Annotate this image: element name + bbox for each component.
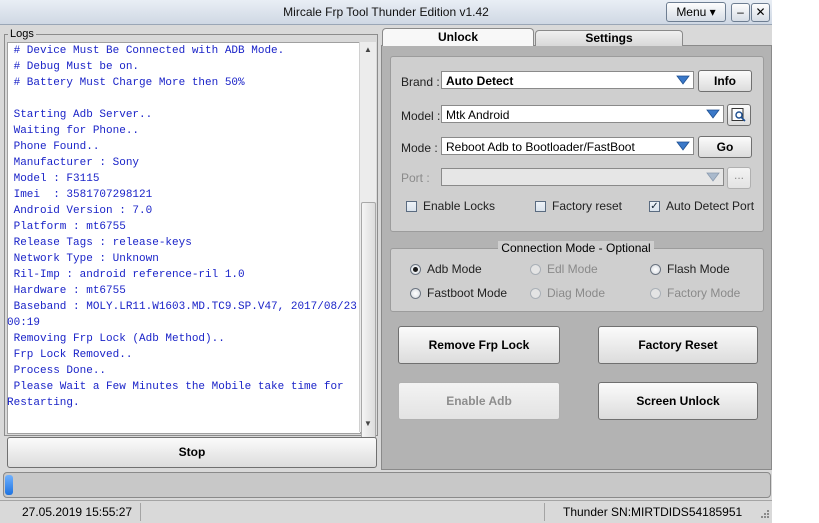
auto-detect-port-checkbox[interactable]: ✓ bbox=[649, 201, 660, 212]
auto-detect-port-label: Auto Detect Port bbox=[666, 199, 755, 213]
mode-select[interactable]: Reboot Adb to Bootloader/FastBoot bbox=[441, 137, 694, 155]
close-button[interactable]: ✕ bbox=[751, 3, 770, 22]
enable-locks-label: Enable Locks bbox=[423, 199, 496, 213]
dropdown-arrow-icon[interactable] bbox=[676, 140, 690, 152]
scroll-down-icon[interactable]: ▼ bbox=[360, 416, 376, 432]
diag-mode-label: Diag Mode bbox=[547, 286, 606, 300]
window-title: Mircale Frp Tool Thunder Edition v1.42 bbox=[283, 5, 489, 19]
flash-mode-radio[interactable] bbox=[650, 264, 661, 275]
logs-legend: Logs bbox=[8, 28, 36, 40]
factory-reset-checkbox-label: Factory reset bbox=[552, 199, 623, 213]
remove-frp-lock-button[interactable]: Remove Frp Lock bbox=[398, 326, 560, 364]
close-icon: ✕ bbox=[755, 5, 766, 19]
progress-fill bbox=[5, 475, 13, 495]
resize-grip-icon[interactable] bbox=[758, 509, 770, 521]
mode-label: Mode : bbox=[401, 141, 438, 155]
progress-bar bbox=[3, 472, 771, 498]
status-serial: Thunder SN:MIRTDIDS54185951 bbox=[563, 505, 743, 519]
factory-mode-label: Factory Mode bbox=[667, 286, 741, 300]
enable-locks-checkbox[interactable] bbox=[406, 201, 417, 212]
scroll-up-icon[interactable]: ▲ bbox=[360, 42, 376, 58]
port-select[interactable] bbox=[441, 168, 724, 186]
diag-mode-radio[interactable] bbox=[530, 288, 541, 299]
port-label: Port : bbox=[401, 171, 430, 185]
dropdown-arrow-icon[interactable] bbox=[706, 108, 720, 120]
flash-mode-label: Flash Mode bbox=[667, 262, 730, 276]
status-datetime: 27.05.2019 15:55:27 bbox=[22, 505, 133, 519]
factory-reset-button[interactable]: Factory Reset bbox=[598, 326, 758, 364]
adb-mode-radio[interactable] bbox=[410, 264, 421, 275]
minimize-icon: – bbox=[737, 5, 744, 19]
app-window: Mircale Frp Tool Thunder Edition v1.42 M… bbox=[0, 0, 772, 523]
factory-mode-radio[interactable] bbox=[650, 288, 661, 299]
adb-mode-label: Adb Mode bbox=[427, 262, 482, 276]
model-label: Model : bbox=[401, 109, 441, 123]
minimize-button[interactable]: – bbox=[731, 3, 750, 22]
connection-mode-legend: Connection Mode - Optional bbox=[390, 241, 762, 255]
logs-text: # Device Must Be Connected with ADB Mode… bbox=[7, 45, 357, 409]
screen-unlock-button[interactable]: Screen Unlock bbox=[598, 382, 758, 420]
model-search-button[interactable] bbox=[727, 104, 751, 126]
dropdown-arrow-icon[interactable] bbox=[706, 171, 720, 183]
search-icon bbox=[731, 108, 746, 122]
logs-scrollbar[interactable]: ▲ ▼ bbox=[359, 42, 376, 454]
info-button[interactable]: Info bbox=[698, 70, 752, 92]
fastboot-mode-radio[interactable] bbox=[410, 288, 421, 299]
connection-mode-group bbox=[390, 248, 764, 312]
go-button[interactable]: Go bbox=[698, 136, 752, 158]
fastboot-mode-label: Fastboot Mode bbox=[427, 286, 508, 300]
check-icon: ✓ bbox=[650, 201, 659, 212]
title-bar[interactable]: Mircale Frp Tool Thunder Edition v1.42 M… bbox=[0, 0, 772, 25]
status-separator bbox=[140, 503, 141, 521]
model-select[interactable]: Mtk Android bbox=[441, 105, 724, 123]
model-value: Mtk Android bbox=[446, 108, 510, 122]
mode-value: Reboot Adb to Bootloader/FastBoot bbox=[446, 140, 635, 154]
status-bar: 27.05.2019 15:55:27 Thunder SN:MIRTDIDS5… bbox=[0, 500, 772, 523]
brand-select[interactable]: Auto Detect bbox=[441, 71, 694, 89]
factory-reset-checkbox[interactable] bbox=[535, 201, 546, 212]
tab-unlock[interactable]: Unlock bbox=[382, 28, 534, 46]
dropdown-arrow-icon[interactable] bbox=[676, 74, 690, 86]
brand-label: Brand : bbox=[401, 75, 440, 89]
menu-button[interactable]: Menu ▾ bbox=[666, 2, 726, 22]
edl-mode-label: Edl Mode bbox=[547, 262, 598, 276]
edl-mode-radio[interactable] bbox=[530, 264, 541, 275]
status-separator bbox=[544, 503, 545, 521]
enable-adb-button[interactable]: Enable Adb bbox=[398, 382, 560, 420]
brand-value: Auto Detect bbox=[446, 74, 514, 88]
connection-mode-legend-text: Connection Mode - Optional bbox=[498, 241, 654, 255]
stop-button[interactable]: Stop bbox=[7, 437, 377, 468]
port-browse-button[interactable]: ... bbox=[727, 167, 751, 189]
tab-settings[interactable]: Settings bbox=[535, 30, 683, 46]
